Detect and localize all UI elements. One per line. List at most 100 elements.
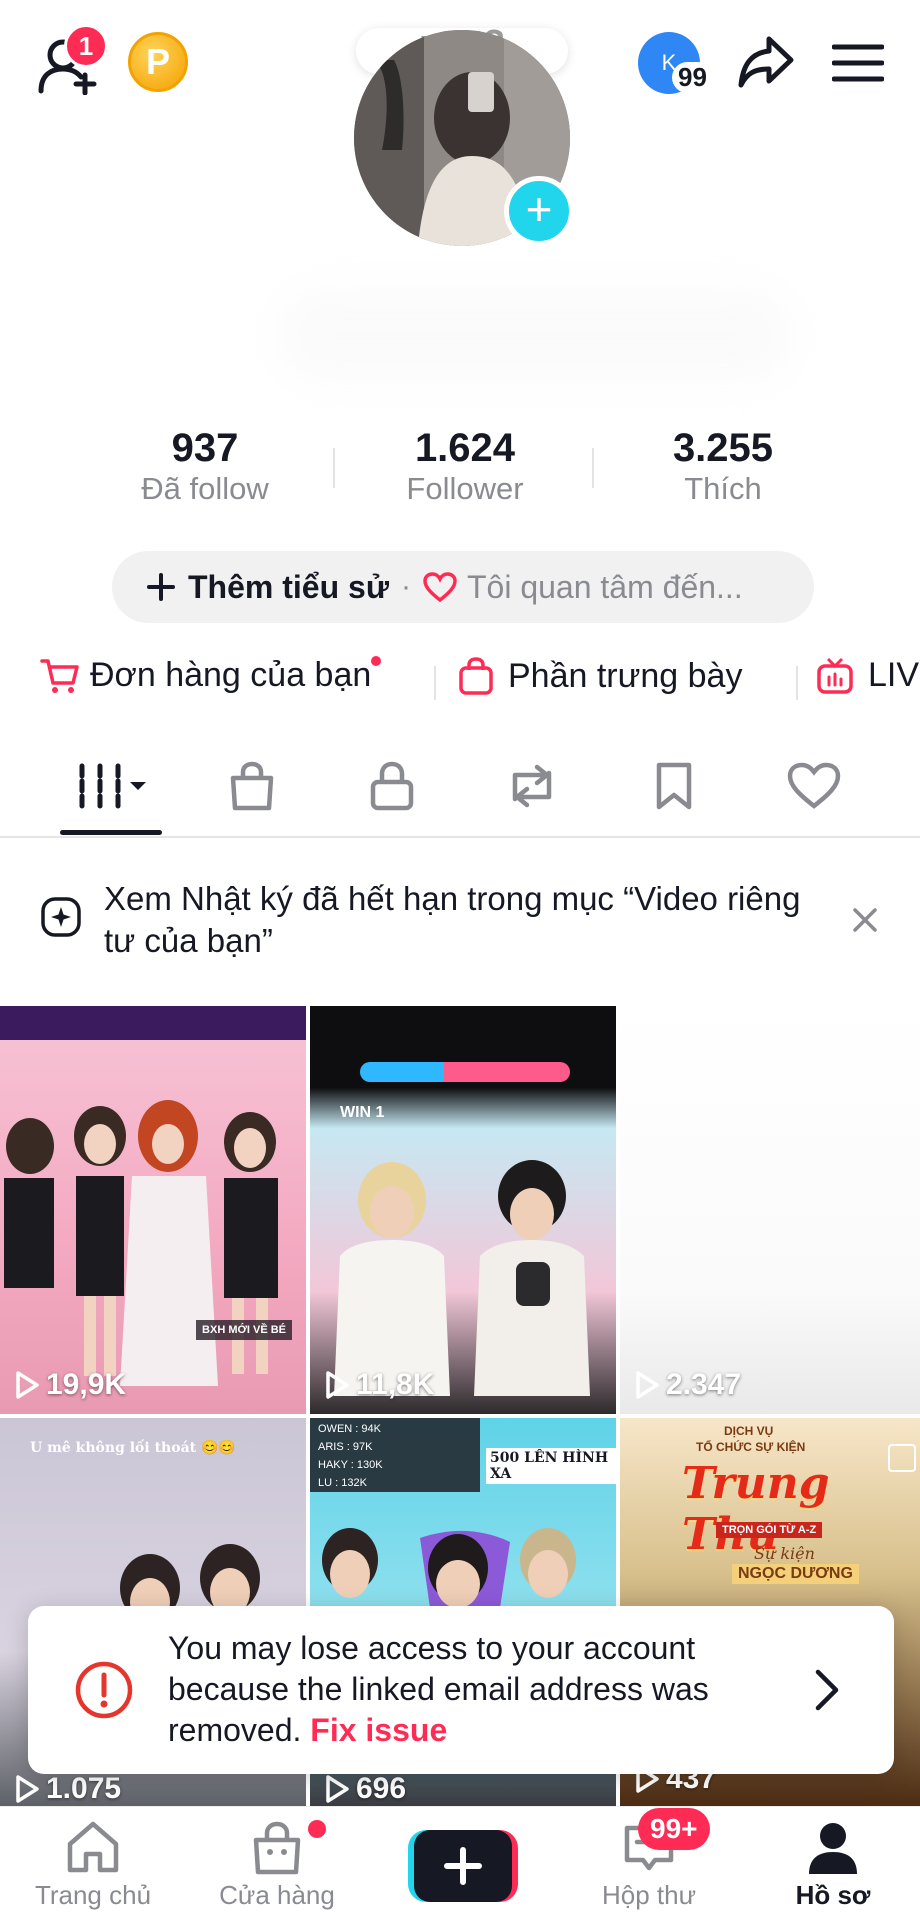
live-tv-icon <box>817 657 853 694</box>
view-count-value: 696 <box>356 1772 407 1805</box>
video-overlay-text: BXH MỚI VỀ BÉ <box>196 1320 292 1340</box>
sparkle-story-icon <box>41 897 81 937</box>
add-friends-button[interactable]: 1 <box>34 24 108 100</box>
share-icon <box>738 36 794 88</box>
bookmark-icon <box>656 762 692 810</box>
live-battle-bar <box>360 1062 570 1082</box>
heart-outline-icon <box>787 762 841 809</box>
ribbon-label: TRỌN GÓI TỪ A-Z <box>716 1522 823 1538</box>
bio-pill[interactable]: Thêm tiểu sử · Tôi quan tâm đến... <box>112 551 814 623</box>
event-label: Sự kiện <box>754 1544 815 1563</box>
stat-followers[interactable]: 1.624 Follower <box>370 426 560 507</box>
expired-stories-banner[interactable]: Xem Nhật ký đã hết hạn trong mục “Video … <box>0 862 920 974</box>
shortcut-orders-label: Đơn hàng của bạn <box>90 656 372 694</box>
close-icon[interactable] <box>852 907 878 933</box>
view-count: 2.347 <box>634 1368 741 1402</box>
likes-label: Thích <box>684 471 762 506</box>
video-thumbnail-2[interactable]: WIN 1 11,8K <box>310 1006 616 1414</box>
dancers-image <box>4 1100 278 1386</box>
video-overlay-text: WIN 1 <box>340 1104 385 1121</box>
nav-shop-label: Cửa hàng <box>219 1880 335 1910</box>
inbox-count-badge: 99+ <box>638 1808 710 1850</box>
stat-likes[interactable]: 3.255 Thích <box>628 426 818 507</box>
repost-icon <box>512 764 552 808</box>
view-count-value: 2.347 <box>666 1368 742 1401</box>
coin-icon[interactable]: P <box>128 32 188 92</box>
video-thumbnail-1[interactable]: BXH MỚI VỀ BÉ 19,9K <box>0 1006 306 1414</box>
stat-following[interactable]: 937 Đã follow <box>110 426 300 507</box>
interests-label[interactable]: Tôi quan tâm đến... <box>467 569 743 606</box>
view-count: 1.075 <box>14 1772 121 1806</box>
followers-label: Follower <box>406 471 524 506</box>
cart-icon <box>40 658 79 693</box>
score-panel: OWEN : 94K ARIS : 97K HAKY : 130K LU : 1… <box>310 1418 480 1492</box>
likes-count: 3.255 <box>672 426 774 470</box>
singers-image <box>334 1160 590 1396</box>
profile-name-blurred <box>280 290 790 380</box>
score-line: OWEN : 94K <box>318 1423 381 1435</box>
shop-icon <box>253 1821 301 1875</box>
video-top-strip <box>0 1006 306 1040</box>
fix-issue-link[interactable]: Fix issue <box>310 1712 447 1748</box>
score-line: LU : 132K <box>318 1477 367 1489</box>
plus-icon: + <box>525 183 553 235</box>
nav-inbox[interactable]: Hộp thư 99+ <box>576 1808 722 1911</box>
play-outline-icon <box>16 1371 39 1399</box>
account-warning-toast[interactable]: You may lose access to your account beca… <box>28 1606 894 1774</box>
play-outline-icon <box>326 1371 349 1399</box>
hamburger-menu-icon <box>832 44 884 82</box>
play-outline-icon <box>636 1371 659 1399</box>
nav-inbox-label: Hộp thư <box>601 1880 696 1910</box>
shortcut-live[interactable]: LIV <box>816 656 919 695</box>
tab-videos[interactable] <box>62 756 162 816</box>
create-button[interactable] <box>408 1830 518 1902</box>
orders-dot-badge <box>371 656 382 666</box>
score-line: HAKY : 130K <box>318 1459 383 1471</box>
menu-button[interactable] <box>830 38 886 88</box>
account-switcher[interactable]: K 99 <box>638 32 718 98</box>
tab-liked[interactable] <box>784 756 844 816</box>
play-outline-icon <box>326 1775 349 1803</box>
grid-videos-icon <box>79 763 146 809</box>
nav-home[interactable]: Trang chủ <box>20 1820 166 1911</box>
event-service-sub: TỔ CHỨC SỰ KIỆN <box>696 1440 806 1454</box>
heart-outline-icon <box>423 572 457 602</box>
toast-message: You may lose access to your account beca… <box>168 1628 788 1751</box>
shopping-bag-icon <box>230 761 274 811</box>
following-label: Đã follow <box>141 471 269 506</box>
shortcut-divider <box>796 666 798 700</box>
view-count-value: 11,8K <box>356 1368 435 1401</box>
tab-active-indicator <box>60 830 162 835</box>
profile-icon <box>809 1823 857 1874</box>
tab-private[interactable] <box>362 756 422 816</box>
view-count: 696 <box>324 1772 406 1806</box>
nav-profile[interactable]: Hồ sơ <box>760 1820 906 1911</box>
chevron-right-icon[interactable] <box>812 1668 842 1712</box>
view-count: 11,8K <box>324 1368 434 1402</box>
nav-shop[interactable]: Cửa hàng <box>204 1820 350 1911</box>
followers-count: 1.624 <box>414 426 516 470</box>
friend-request-badge: 1 <box>64 24 108 68</box>
account-count-badge: 99 <box>672 62 713 93</box>
stat-divider <box>333 448 335 488</box>
create-button-face <box>414 1830 512 1902</box>
video-overlay-text: 500 LÊN HÌNH XA <box>486 1448 616 1484</box>
create-plus-icon <box>444 1847 482 1885</box>
view-count-value: 1.075 <box>46 1772 122 1805</box>
select-checkbox[interactable] <box>888 1444 916 1472</box>
shop-dot-badge <box>308 1820 326 1838</box>
organizer-name: NGỌC DƯƠNG <box>732 1564 859 1584</box>
play-outline-icon <box>16 1775 39 1803</box>
home-icon <box>67 1821 119 1873</box>
view-count-value: 19,9K <box>46 1368 127 1401</box>
tab-shop[interactable] <box>222 756 282 816</box>
add-avatar-button[interactable]: + <box>504 176 574 246</box>
tab-saved[interactable] <box>644 756 704 816</box>
video-thumbnail-3[interactable]: 2.347 <box>620 1006 920 1414</box>
shortcut-orders[interactable]: Đơn hàng của bạn <box>40 656 382 695</box>
add-bio-label[interactable]: Thêm tiểu sử <box>188 569 389 606</box>
share-profile-button[interactable] <box>736 32 796 92</box>
shortcut-showcase[interactable]: Phần trưng bày <box>458 656 742 696</box>
tab-reposts[interactable] <box>502 756 562 816</box>
bio-separator: · <box>400 570 411 603</box>
